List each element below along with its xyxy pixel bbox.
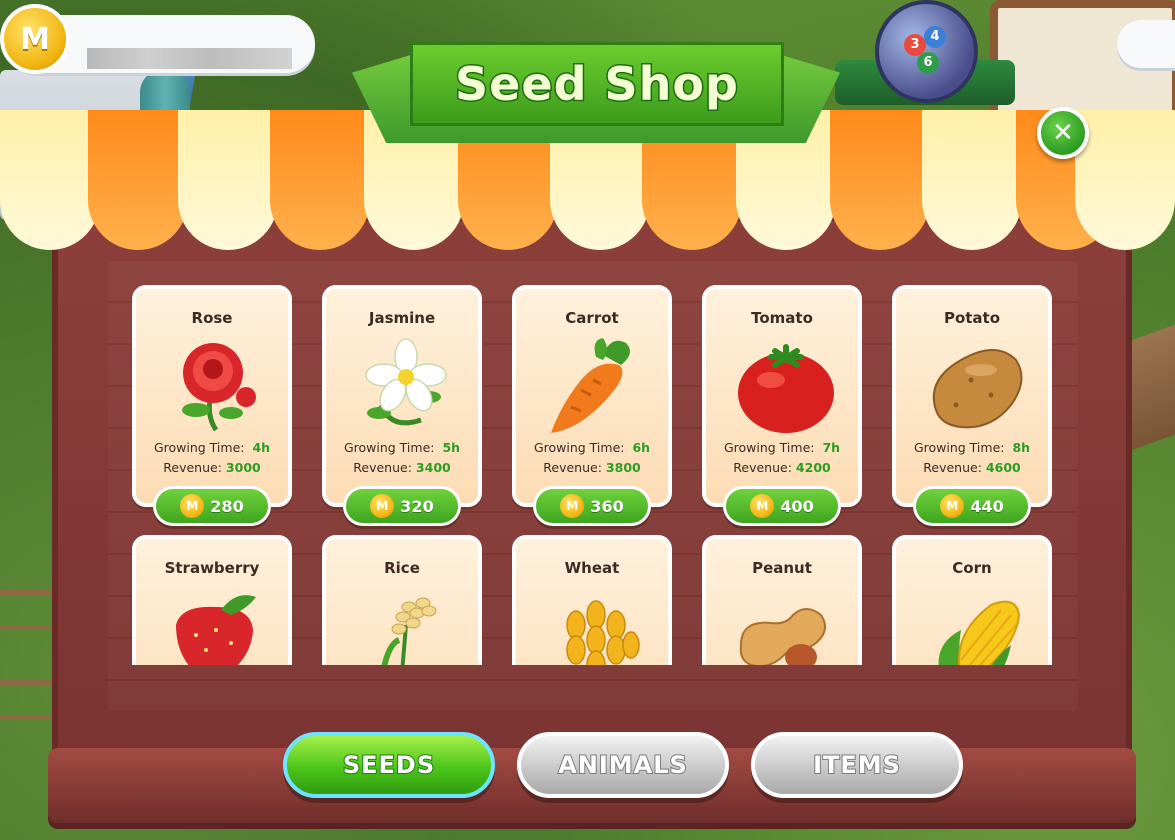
seed-card-carrot[interactable]: Carrot Growing Time: 6h Revenue: 3800 xyxy=(512,285,672,507)
seed-name: Potato xyxy=(943,309,1001,327)
tab-items[interactable]: ITEMS xyxy=(751,732,963,798)
tomato-icon xyxy=(738,344,834,433)
revenue-row: Revenue: 3800 xyxy=(543,460,641,475)
resource-pill[interactable] xyxy=(1117,20,1175,68)
close-button[interactable]: ✕ xyxy=(1037,107,1089,159)
lottery-machine[interactable]: 3 4 6 xyxy=(875,0,978,103)
seed-name: Jasmine xyxy=(368,309,436,327)
seed-name: Rose xyxy=(191,309,233,327)
seed-card-peanut[interactable]: Peanut xyxy=(702,535,862,665)
seed-name: Carrot xyxy=(565,309,619,327)
buy-button-jasmine[interactable]: M 320 xyxy=(343,486,461,526)
seed-card-jasmine[interactable]: Jasmine Growing Time: 5h Revenue: 3400 xyxy=(322,285,482,507)
revenue-row: Revenue: 4200 xyxy=(733,460,831,475)
coin-icon: M xyxy=(370,494,395,518)
buy-button-tomato[interactable]: M 400 xyxy=(723,486,841,526)
shop-title: Seed Shop xyxy=(454,56,740,113)
coin-icon: M xyxy=(180,494,205,518)
wheat-icon xyxy=(566,600,640,665)
strawberry-icon xyxy=(176,595,256,665)
buy-button-carrot[interactable]: M 360 xyxy=(533,486,651,526)
price-value: 440 xyxy=(970,496,1004,516)
jasmine-icon xyxy=(365,338,447,426)
seed-grid[interactable]: Rose Growing Time: 4h Revenue: 3000 Jasm… xyxy=(120,283,1070,665)
seed-name: Corn xyxy=(952,559,992,577)
lottery-ball: 6 xyxy=(917,52,939,74)
coin-icon: M xyxy=(940,494,965,518)
awning-stripe xyxy=(922,110,1022,250)
awning-stripe xyxy=(88,110,188,250)
seed-name: Rice xyxy=(384,559,420,577)
seed-card-corn[interactable]: Corn xyxy=(892,535,1052,665)
growing-time-row: Growing Time: 4h xyxy=(153,440,271,455)
close-icon: ✕ xyxy=(1052,118,1074,148)
growing-time-row: Growing Time: 5h xyxy=(343,440,461,455)
lottery-ball: 4 xyxy=(924,26,946,48)
background-fence xyxy=(0,680,60,720)
seed-card-rice[interactable]: Rice xyxy=(322,535,482,665)
seed-name: Tomato xyxy=(751,309,813,327)
price-value: 400 xyxy=(780,496,814,516)
seed-name: Strawberry xyxy=(164,559,260,577)
price-value: 280 xyxy=(210,496,244,516)
peanut-icon xyxy=(739,608,826,665)
seed-card-tomato[interactable]: Tomato Growing Time: 7h Revenue: 4200 xyxy=(702,285,862,507)
growing-time-row: Growing Time: 6h xyxy=(533,440,651,455)
growing-time-row: Growing Time: 7h xyxy=(723,440,841,455)
potato-icon xyxy=(932,349,1023,429)
corn-icon xyxy=(938,600,1021,665)
rice-icon xyxy=(381,597,437,665)
seed-name: Wheat xyxy=(564,559,620,577)
seed-card-wheat[interactable]: Wheat xyxy=(512,535,672,665)
player-name-redacted xyxy=(87,48,292,69)
awning-stripe xyxy=(0,110,100,250)
coin-icon: M xyxy=(750,494,775,518)
price-value: 360 xyxy=(590,496,624,516)
seed-card-rose[interactable]: Rose Growing Time: 4h Revenue: 3000 xyxy=(132,285,292,507)
seed-name: Peanut xyxy=(752,559,812,577)
rose-icon xyxy=(182,343,256,432)
coin-icon[interactable]: M xyxy=(0,4,70,74)
tab-animals[interactable]: ANIMALS xyxy=(517,732,729,798)
growing-time-row: Growing Time: 8h xyxy=(913,440,1031,455)
seed-card-strawberry[interactable]: Strawberry xyxy=(132,535,292,665)
awning-stripe xyxy=(830,110,930,250)
revenue-row: Revenue: 4600 xyxy=(923,460,1021,475)
buy-button-rose[interactable]: M 280 xyxy=(153,486,271,526)
awning-stripe xyxy=(270,110,370,250)
carrot-icon xyxy=(551,338,630,433)
price-value: 320 xyxy=(400,496,434,516)
tab-seeds[interactable]: SEEDS xyxy=(283,732,495,798)
revenue-row: Revenue: 3400 xyxy=(353,460,451,475)
coin-icon: M xyxy=(560,494,585,518)
awning-stripe xyxy=(1075,110,1175,250)
buy-button-potato[interactable]: M 440 xyxy=(913,486,1031,526)
title-banner: Seed Shop xyxy=(410,42,784,126)
awning-stripe xyxy=(178,110,278,250)
seed-card-potato[interactable]: Potato Growing Time: 8h Revenue: 4600 xyxy=(892,285,1052,507)
revenue-row: Revenue: 3000 xyxy=(163,460,261,475)
